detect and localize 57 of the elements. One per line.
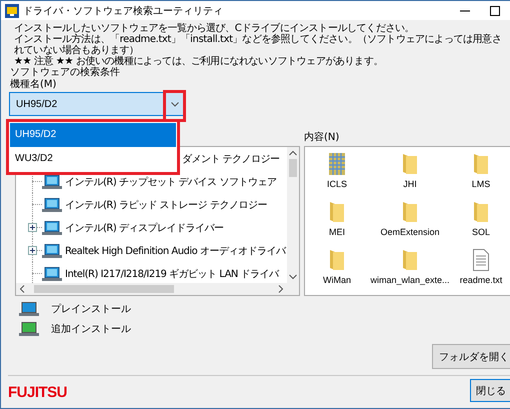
scroll-thumb[interactable] [34, 285, 174, 293]
expand-icon[interactable] [28, 223, 37, 232]
software-item[interactable]: Intel(R) I217/I218/I219 ギガビット LAN ドライバ [65, 266, 279, 280]
folder-icon [402, 249, 418, 271]
legend-label: 追加インストール [51, 322, 131, 336]
horizontal-scrollbar[interactable] [16, 283, 299, 295]
grid-file-icon [329, 153, 345, 175]
file-name[interactable]: ICLS [326, 179, 347, 189]
dropdown-option[interactable]: UH95/D2 [10, 123, 176, 147]
close-button[interactable]: 閉じる [470, 379, 510, 402]
laptop-icon [42, 174, 62, 188]
scroll-left-icon [19, 285, 25, 293]
software-item[interactable]: インテル(R) チップセット デバイス ソフトウェア [65, 174, 276, 188]
laptop-icon [42, 266, 62, 280]
folder-icon [402, 153, 418, 175]
search-criteria-label: ソフトウェアの検索条件 [10, 67, 121, 78]
folder-icon [402, 201, 418, 223]
laptop-icon [42, 198, 62, 212]
app-icon [5, 4, 19, 18]
folder-icon [473, 201, 489, 223]
text-file-icon [473, 249, 489, 271]
software-item[interactable]: Realtek High Definition Audio オーディオドライバ [65, 244, 286, 258]
folder-icon [329, 249, 345, 271]
fujitsu-logo: FUJITSU [8, 384, 68, 401]
laptop-icon [42, 220, 62, 234]
expand-icon[interactable] [28, 246, 37, 255]
maximize-icon [490, 6, 500, 16]
folder-icon [329, 201, 345, 223]
open-folder-button[interactable]: フォルダを開く [432, 344, 510, 369]
file-name[interactable]: JHI [403, 179, 417, 189]
file-name[interactable]: WiMan [322, 275, 351, 285]
instruction-text: インストール方法は、「readme.txt」「install.txt」などを参照してください。（ソフトウェアによっては用意されていない場合もあります） [14, 34, 502, 56]
vertical-scrollbar[interactable] [287, 147, 299, 283]
scroll-right-icon [278, 285, 284, 293]
scroll-thumb[interactable] [289, 159, 297, 177]
software-item[interactable]: インテル(R) ディスプレイドライバー [65, 220, 224, 234]
software-item[interactable]: ダメント テクノロジー [182, 152, 280, 166]
folder-icon [473, 153, 489, 175]
software-item[interactable]: インテル(R) ラピッド ストレージ テクノロジー [65, 198, 267, 212]
instruction-text: インストールしたいソフトウェアを一覧から選び、Cドライブにインストールしてください。 [14, 23, 416, 34]
model-label: 機種名(M) [10, 79, 58, 91]
scroll-up-icon [289, 150, 297, 156]
instruction-text: ★★ 注意 ★★ お使いの機種によっては、ご利用になれないソフトウェアがあります。 [14, 56, 384, 67]
file-name[interactable]: readme.txt [460, 275, 502, 285]
file-name[interactable]: wiman_wlan_exte... [370, 275, 450, 285]
file-name[interactable]: OemExtension [380, 227, 440, 237]
dropdown-option[interactable]: WU3/D2 [10, 147, 176, 171]
file-name[interactable]: SOL [472, 227, 490, 237]
file-name[interactable]: LMS [472, 179, 490, 189]
contents-label: 内容(N) [304, 130, 340, 144]
file-name[interactable]: MEI [328, 227, 345, 237]
window-title: ドライバ・ソフトウェア検索ユーティリティ [23, 4, 223, 18]
model-dropdown[interactable]: UH95/D2 [9, 92, 185, 116]
chevron-down-icon [171, 102, 179, 106]
scroll-down-icon [289, 274, 297, 280]
laptop-icon [42, 244, 62, 258]
legend-label: プレインストール [51, 302, 131, 316]
